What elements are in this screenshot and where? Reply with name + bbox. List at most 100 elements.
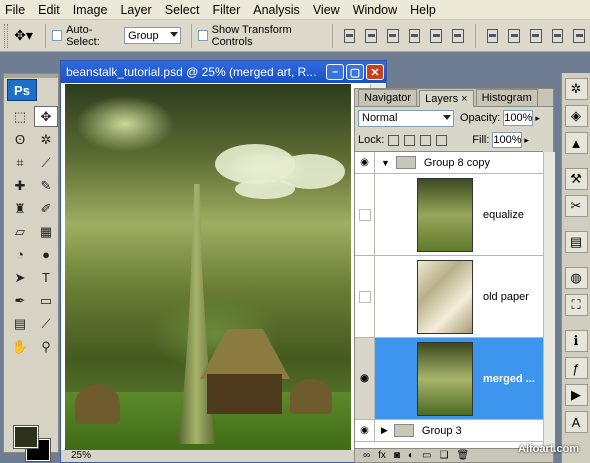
layers-panel-icon[interactable]: ◈ <box>564 105 588 127</box>
document-canvas[interactable] <box>65 84 351 452</box>
lock-pixels-icon[interactable] <box>404 134 416 146</box>
crop-tool-icon[interactable]: ⌗ <box>8 152 32 173</box>
layers-scrollbar[interactable] <box>543 152 555 452</box>
pen-tool-icon[interactable]: ✒ <box>8 290 32 311</box>
eye-icon[interactable]: ◉ <box>355 420 375 441</box>
eye-icon[interactable]: ◉ <box>355 152 375 173</box>
new-layer-icon[interactable]: ❏ <box>439 450 448 461</box>
hand-tool-icon[interactable]: ✋ <box>8 336 32 357</box>
fill-input[interactable]: 100% <box>492 132 523 148</box>
expand-arrow-icon[interactable]: ▼ <box>381 158 390 168</box>
add-mask-icon[interactable]: ◙ <box>394 450 400 461</box>
menu-help[interactable]: Help <box>410 3 436 17</box>
auto-select-dropdown[interactable]: Group <box>124 27 181 44</box>
zoom-level[interactable]: 25% <box>71 450 91 461</box>
notes-tool-icon[interactable]: ▤ <box>8 313 32 334</box>
collapse-arrow-icon[interactable]: ▶ <box>381 425 388 436</box>
menu-select[interactable]: Select <box>165 3 200 17</box>
marquee-tool-icon[interactable]: ⬚ <box>8 106 32 127</box>
align-bottom-icon[interactable] <box>387 28 399 43</box>
magic-wand-tool-icon[interactable]: ✲ <box>34 129 58 150</box>
gradient-tool-icon[interactable]: ▦ <box>34 221 58 242</box>
layer-row[interactable]: ◉ ▶ Group 3 <box>355 420 543 442</box>
brushes-panel-icon[interactable]: ✂ <box>564 195 588 217</box>
menu-layer[interactable]: Layer <box>120 3 151 17</box>
auto-select-checkbox[interactable] <box>52 30 63 41</box>
distribute-bottom-icon[interactable] <box>529 28 542 43</box>
new-group-icon[interactable]: ▭ <box>422 450 431 461</box>
eraser-tool-icon[interactable]: ▱ <box>8 221 32 242</box>
toolbox-grip[interactable] <box>4 74 58 78</box>
align-top-icon[interactable] <box>343 28 356 43</box>
distribute-top-icon[interactable] <box>486 28 499 43</box>
history-brush-tool-icon[interactable]: ✐ <box>34 198 58 219</box>
photoshop-logo[interactable]: Ps <box>7 79 37 101</box>
show-transform-checkbox[interactable] <box>197 30 208 41</box>
character-panel-icon[interactable]: A <box>564 411 588 433</box>
path-selection-tool-icon[interactable]: ➤ <box>8 267 32 288</box>
visibility-toggle[interactable] <box>355 174 375 255</box>
menu-filter[interactable]: Filter <box>212 3 240 17</box>
distribute-left-icon[interactable] <box>551 28 564 43</box>
styles-panel-icon[interactable]: ◍ <box>564 267 588 289</box>
type-tool-icon[interactable]: T <box>34 267 58 288</box>
layer-row[interactable]: old paper <box>355 256 543 338</box>
show-transform-option[interactable]: Show Transform Controls <box>197 24 320 48</box>
zoom-tool-icon[interactable]: ⚲ <box>34 336 58 357</box>
close-button[interactable]: ✕ <box>366 64 384 80</box>
align-vertical-center-icon[interactable] <box>365 28 378 43</box>
align-horizontal-center-icon[interactable] <box>430 28 443 43</box>
layer-row[interactable]: equalize <box>355 174 543 256</box>
opacity-input[interactable]: 100% <box>503 110 534 126</box>
blur-tool-icon[interactable]: ◔ <box>8 244 32 265</box>
foreground-color-swatch[interactable] <box>13 425 39 449</box>
menu-image[interactable]: Image <box>73 3 108 17</box>
tab-histogram[interactable]: Histogram <box>475 89 538 106</box>
move-tool-icon[interactable]: ✥ <box>34 106 58 127</box>
paths-panel-icon[interactable]: ⛶ <box>564 294 588 316</box>
lock-transparency-icon[interactable] <box>388 134 400 146</box>
link-layers-icon[interactable]: ∞ <box>363 450 370 461</box>
opacity-slider-icon[interactable]: ▸ <box>535 113 540 124</box>
animation-panel-icon[interactable]: ▶ <box>564 384 588 406</box>
layer-style-icon[interactable]: fx <box>378 450 386 461</box>
info-panel-icon[interactable]: ℹ <box>564 330 588 352</box>
tab-layers[interactable]: Layers × <box>419 90 474 107</box>
lock-all-icon[interactable] <box>436 134 448 146</box>
eyedropper-tool-icon[interactable]: ⟋ <box>34 313 58 334</box>
lasso-tool-icon[interactable]: ʘ <box>8 129 32 150</box>
fill-slider-icon[interactable]: ▸ <box>524 135 529 146</box>
swatches-panel-icon[interactable]: ▤ <box>564 231 588 253</box>
navigator-panel-icon[interactable]: ✲ <box>564 78 588 100</box>
brush-tool-icon[interactable]: ✎ <box>34 175 58 196</box>
move-tool-preset-icon[interactable]: ✥▾ <box>8 24 40 48</box>
document-title-bar[interactable]: beanstalk_tutorial.psd @ 25% (merged art… <box>61 61 386 83</box>
tab-navigator[interactable]: Navigator <box>358 89 418 106</box>
blend-mode-dropdown[interactable]: Normal <box>358 109 454 127</box>
distribute-hcenter-icon[interactable] <box>573 28 585 43</box>
adjustment-layer-icon[interactable]: ◐ <box>408 450 414 461</box>
dodge-tool-icon[interactable]: ● <box>34 244 58 265</box>
minimize-button[interactable]: – <box>326 64 344 80</box>
menu-view[interactable]: View <box>313 3 340 17</box>
layer-row[interactable]: ◉ ▼ Group 8 copy <box>355 152 543 174</box>
slice-tool-icon[interactable]: ⟋ <box>34 152 58 173</box>
menu-analysis[interactable]: Analysis <box>253 3 300 17</box>
auto-select-option[interactable]: Auto-Select: <box>52 24 118 48</box>
align-right-icon[interactable] <box>452 28 464 43</box>
eye-icon[interactable]: ◉ <box>355 338 375 419</box>
menu-file[interactable]: File <box>5 3 25 17</box>
menu-window[interactable]: Window <box>353 3 397 17</box>
close-icon[interactable]: × <box>461 93 467 105</box>
trash-icon[interactable]: 🗑 <box>456 450 469 461</box>
maximize-button[interactable]: ▢ <box>346 64 364 80</box>
menu-edit[interactable]: Edit <box>38 3 60 17</box>
histogram-panel-icon[interactable]: ▲ <box>564 132 588 154</box>
visibility-toggle[interactable] <box>355 256 375 337</box>
healing-brush-tool-icon[interactable]: ✚ <box>8 175 32 196</box>
lock-position-icon[interactable] <box>420 134 432 146</box>
distribute-center-icon[interactable] <box>508 28 520 43</box>
layer-row-selected[interactable]: ◉ merged ... <box>355 338 543 420</box>
align-left-icon[interactable] <box>408 28 421 43</box>
rectangle-tool-icon[interactable]: ▭ <box>34 290 58 311</box>
